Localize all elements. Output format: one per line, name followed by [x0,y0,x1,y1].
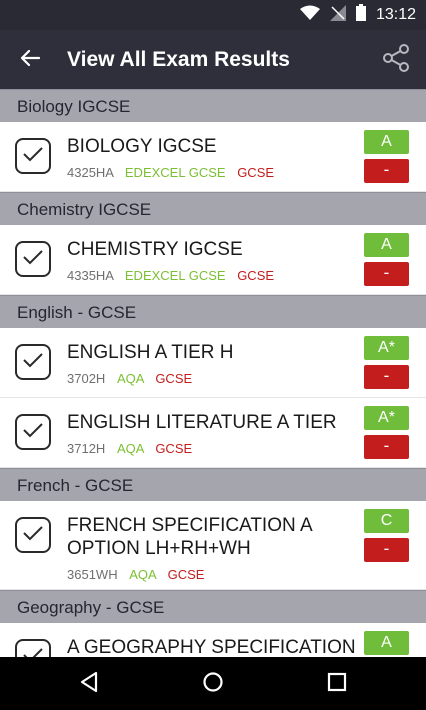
row-checkbox[interactable] [15,639,51,657]
exam-code: 3712H [67,441,106,456]
remove-button[interactable]: - [364,435,409,459]
app-toolbar: View All Exam Results [0,30,426,89]
exam-meta: 4325HA EDEXCEL GCSE GCSE [67,165,274,180]
exam-title: ENGLISH A TIER H [67,342,234,363]
page-title: View All Exam Results [67,48,290,71]
exam-level: GCSE [155,371,193,386]
exam-title: FRENCH SPECIFICATION A OPTION LH+RH+WH [67,515,312,559]
exam-meta: 3702H AQA GCSE [67,371,192,386]
exam-board: AQA [116,371,144,386]
exam-board: EDEXCEL GCSE [124,268,226,283]
exam-meta: 3712H AQA GCSE [67,441,192,456]
grade-badge[interactable]: A [364,130,409,154]
checkmark-icon [22,422,44,443]
exam-level: GCSE [237,268,275,283]
remove-button[interactable]: - [364,159,409,183]
exam-code: 3702H [67,371,106,386]
row-checkbox[interactable] [15,414,51,450]
section-header: Biology IGCSE [0,89,426,122]
exam-row[interactable]: FRENCH SPECIFICATION A OPTION LH+RH+WH 3… [0,501,426,590]
exam-results-list[interactable]: Biology IGCSE BIOLOGY IGCSE 4325HA EDEXC… [0,89,426,657]
status-icons: 13:12 [299,4,416,26]
checkmark-icon [22,146,44,167]
exam-code: 4335HA [67,268,114,283]
remove-button[interactable]: - [364,538,409,562]
system-nav-bar [0,657,426,710]
exam-level: GCSE [237,165,275,180]
remove-button[interactable]: - [364,365,409,389]
triangle-back-icon [79,671,99,698]
signal-icon [329,4,346,26]
checkmark-icon [22,352,44,373]
nav-recents-button[interactable] [322,669,352,699]
grade-badge[interactable]: A* [364,406,409,430]
nav-back-button[interactable] [74,669,104,699]
status-bar: 13:12 [0,0,426,30]
row-checkbox[interactable] [15,138,51,174]
row-checkbox[interactable] [15,344,51,380]
exam-board: AQA [129,567,156,582]
exam-title: CHEMISTRY IGCSE [67,239,243,260]
exam-level: GCSE [155,441,193,456]
exam-title: ENGLISH LITERATURE A TIER [67,412,337,433]
exam-row[interactable]: CHEMISTRY IGCSE 4335HA EDEXCEL GCSE GCSE… [0,225,426,295]
wifi-icon [299,5,320,26]
section-header: English - GCSE [0,295,426,328]
square-recents-icon [327,672,347,697]
battery-icon [355,4,366,26]
exam-row[interactable]: ENGLISH A TIER H 3702H AQA GCSE A* - [0,328,426,398]
exam-meta: 4335HA EDEXCEL GCSE GCSE [67,268,274,283]
section-header: French - GCSE [0,468,426,501]
exam-row[interactable]: ENGLISH LITERATURE A TIER 3712H AQA GCSE… [0,398,426,468]
section-header: Geography - GCSE [0,590,426,623]
exam-title: A GEOGRAPHY SPECIFICATION [67,637,356,657]
status-time: 13:12 [375,6,416,23]
grade-badge[interactable]: A [364,631,409,655]
row-checkbox[interactable] [15,241,51,277]
grade-badge[interactable]: C [364,509,409,533]
grade-badge[interactable]: A* [364,336,409,360]
arrow-left-icon [20,49,41,72]
remove-button[interactable]: - [364,262,409,286]
row-checkbox[interactable] [15,517,51,553]
section-header: Chemistry IGCSE [0,192,426,225]
checkmark-icon [22,525,44,546]
circle-home-icon [202,671,224,698]
share-icon [383,43,409,77]
exam-board: AQA [116,441,144,456]
exam-code: 4325HA [67,165,114,180]
exam-row[interactable]: A GEOGRAPHY SPECIFICATION A [0,623,426,657]
checkmark-icon [22,249,44,270]
checkmark-icon [22,647,44,657]
exam-meta: 3651WH AQA GCSE [67,567,204,582]
exam-row[interactable]: BIOLOGY IGCSE 4325HA EDEXCEL GCSE GCSE A… [0,122,426,192]
exam-board: EDEXCEL GCSE [124,165,226,180]
exam-title: BIOLOGY IGCSE [67,136,217,157]
nav-home-button[interactable] [198,669,228,699]
share-button[interactable] [378,42,414,78]
grade-badge[interactable]: A [364,233,409,257]
back-button[interactable] [12,42,48,78]
exam-level: GCSE [167,567,205,582]
exam-code: 3651WH [67,567,118,582]
